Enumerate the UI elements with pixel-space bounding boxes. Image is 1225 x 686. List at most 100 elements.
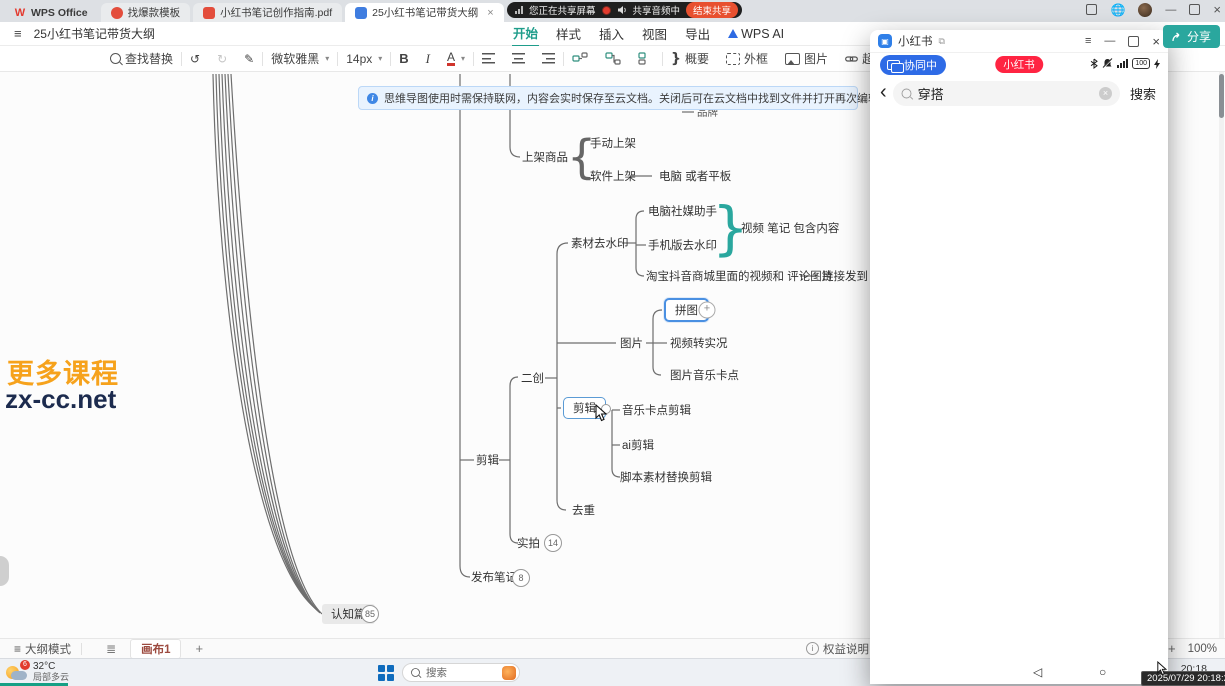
account-avatar[interactable] [1138, 3, 1152, 17]
phone-minimize-button[interactable]: — [1104, 35, 1115, 47]
mindmap-node[interactable]: 电脑社媒助手 [648, 203, 717, 219]
mindmap-node[interactable]: 软件上架 [590, 168, 636, 184]
signal-bars-icon [1117, 59, 1128, 68]
mindmap-node[interactable]: 图片 [620, 335, 643, 351]
format-painter-button[interactable]: ✎ [244, 52, 254, 66]
close-button[interactable]: × [1213, 2, 1221, 17]
menu-item-视图[interactable]: 视图 [641, 21, 668, 46]
back-chevron-icon[interactable]: ‹ [880, 82, 887, 102]
collaboration-pill[interactable]: 协同中 [880, 55, 946, 75]
mindmap-node[interactable]: 手动上架 [590, 135, 636, 151]
undo-button[interactable]: ↺ [190, 52, 200, 66]
canvas-tab[interactable]: 画布1 [130, 639, 181, 659]
redo-button[interactable]: ↻ [217, 52, 227, 66]
insert-topic-button[interactable] [572, 52, 588, 65]
add-canvas-button[interactable]: + [195, 641, 203, 656]
taskbar-search[interactable]: 搜索 [402, 663, 520, 682]
window-tab[interactable]: 小红书笔记创作指南.pdf [193, 3, 342, 22]
image-button[interactable]: 图片 [785, 50, 828, 67]
zoom-in-button[interactable]: + [1168, 641, 1176, 656]
mindmap-node[interactable]: 视频转实况 [670, 335, 728, 351]
minimize-button[interactable]: — [1165, 4, 1176, 16]
start-button[interactable] [378, 665, 394, 681]
record-dot-icon[interactable] [602, 6, 611, 15]
weather-temp: 32°C [33, 661, 69, 672]
menu-item-插入[interactable]: 插入 [598, 21, 625, 46]
window-tab[interactable]: 找爆款模板 [101, 3, 191, 22]
mindmap-node[interactable]: 淘宝抖音商城里面的视频和 评论图片 [646, 268, 833, 284]
mindmap-node[interactable]: 剪辑 [476, 452, 499, 468]
taskbar-weather[interactable]: 6 32°C 局部多云 [6, 661, 69, 682]
mindmap-node[interactable]: 去重 [572, 502, 595, 518]
node-count-badge[interactable]: 85 [361, 605, 379, 623]
window-tab[interactable]: WWPS Office [4, 3, 98, 22]
window-tab[interactable]: 25小红书笔记带货大纲× [345, 3, 504, 22]
mindmap-node[interactable]: 链接发到 [822, 268, 868, 284]
font-size-select[interactable]: 14px▾ [346, 52, 382, 66]
clear-icon[interactable]: × [1099, 87, 1112, 100]
frame-button[interactable]: 外框 [726, 50, 768, 67]
phone-restore-button[interactable] [1128, 36, 1139, 47]
mindmap-node[interactable]: 实拍 [517, 535, 540, 551]
mouse-cursor [595, 404, 611, 422]
mindmap-node[interactable]: 音乐卡点剪辑 [622, 402, 691, 418]
pop-out-icon[interactable]: ⧉ [939, 36, 945, 47]
mindmap-node[interactable]: 电脑 或者平板 [659, 168, 731, 184]
vertical-scrollbar[interactable] [1219, 72, 1224, 638]
hamburger-menu-icon[interactable]: ≡ [14, 26, 22, 41]
nav-home-icon[interactable]: ○ [1099, 665, 1106, 679]
workspace-icon[interactable] [1086, 4, 1097, 15]
tab-close-icon[interactable]: × [487, 7, 493, 19]
menu-item-开始[interactable]: 开始 [512, 20, 539, 47]
restore-button[interactable] [1189, 4, 1200, 15]
mindmap-node[interactable]: 发布笔记 [471, 569, 517, 585]
align-center-button[interactable] [512, 53, 525, 64]
menu-item-导出[interactable]: 导出 [684, 21, 711, 46]
canvas-side-handle[interactable] [0, 556, 9, 586]
mindmap-node[interactable]: 二创 [521, 370, 544, 386]
node-count-badge[interactable]: 8 [512, 569, 530, 587]
italic-button[interactable]: I [426, 51, 430, 67]
search-highlight-image[interactable] [502, 666, 516, 680]
battery-icon: 100 [1132, 58, 1150, 69]
menu-item-样式[interactable]: 样式 [555, 21, 582, 46]
search-submit-button[interactable]: 搜索 [1130, 84, 1156, 103]
search-input[interactable]: 穿搭 × [893, 81, 1120, 106]
mindmap-node[interactable]: 脚本素材替换剪辑 [620, 469, 712, 485]
mindmap-node[interactable]: 素材去水印 [571, 235, 629, 251]
phone-menu-icon[interactable]: ≡ [1085, 35, 1091, 47]
outline-mode-button[interactable]: ≡大纲模式 [14, 641, 71, 657]
add-child-button[interactable]: + [699, 302, 716, 319]
menu-item-WPS AI[interactable]: WPS AI [727, 24, 785, 44]
bold-button[interactable]: B [399, 51, 408, 66]
insert-subtopic-button[interactable] [605, 52, 621, 65]
mindmap-node[interactable]: 图片音乐卡点 [670, 367, 739, 383]
align-right-button[interactable] [542, 53, 555, 64]
font-family-select[interactable]: 微软雅黑▾ [271, 50, 329, 67]
mirror-app-icon: ▣ [878, 34, 892, 48]
watermark-site: zx-cc.net [5, 384, 116, 415]
wps-tab-icon: W [14, 7, 26, 19]
insert-sibling-button[interactable] [638, 52, 654, 65]
mindmap-node[interactable]: 上架商品 [522, 149, 568, 165]
find-replace-button[interactable]: 查找替换 [110, 50, 173, 67]
overview-button[interactable]: }概要 [671, 50, 709, 67]
stop-sharing-button[interactable]: 结束共享 [686, 2, 738, 18]
window-controls: 🌐 — × [1086, 2, 1221, 17]
canvas-layers-icon[interactable]: ≣ [106, 642, 116, 656]
phone-close-button[interactable]: × [1152, 34, 1160, 49]
nav-back-icon[interactable]: ◁ [1033, 665, 1042, 679]
mindmap-node[interactable]: 视频 笔记 包含内容 [741, 220, 839, 236]
align-left-button[interactable] [482, 53, 495, 64]
insert-sibling-icon [638, 52, 654, 65]
font-color-button[interactable]: A▾ [447, 52, 465, 66]
globe-icon[interactable]: 🌐 [1110, 3, 1125, 17]
mindmap-node[interactable]: 手机版去水印 [648, 237, 717, 253]
share-button[interactable]: 分享 [1163, 25, 1220, 48]
phone-filter-chips [870, 149, 1168, 173]
rights-info[interactable]: i权益说明 [806, 641, 869, 657]
node-count-badge[interactable]: 14 [544, 534, 562, 552]
phone-window-titlebar[interactable]: ▣ 小红书 ⧉ ≡ — × [870, 30, 1168, 53]
mindmap-node[interactable]: ai剪辑 [622, 437, 654, 453]
scrollbar-thumb[interactable] [1219, 74, 1224, 118]
